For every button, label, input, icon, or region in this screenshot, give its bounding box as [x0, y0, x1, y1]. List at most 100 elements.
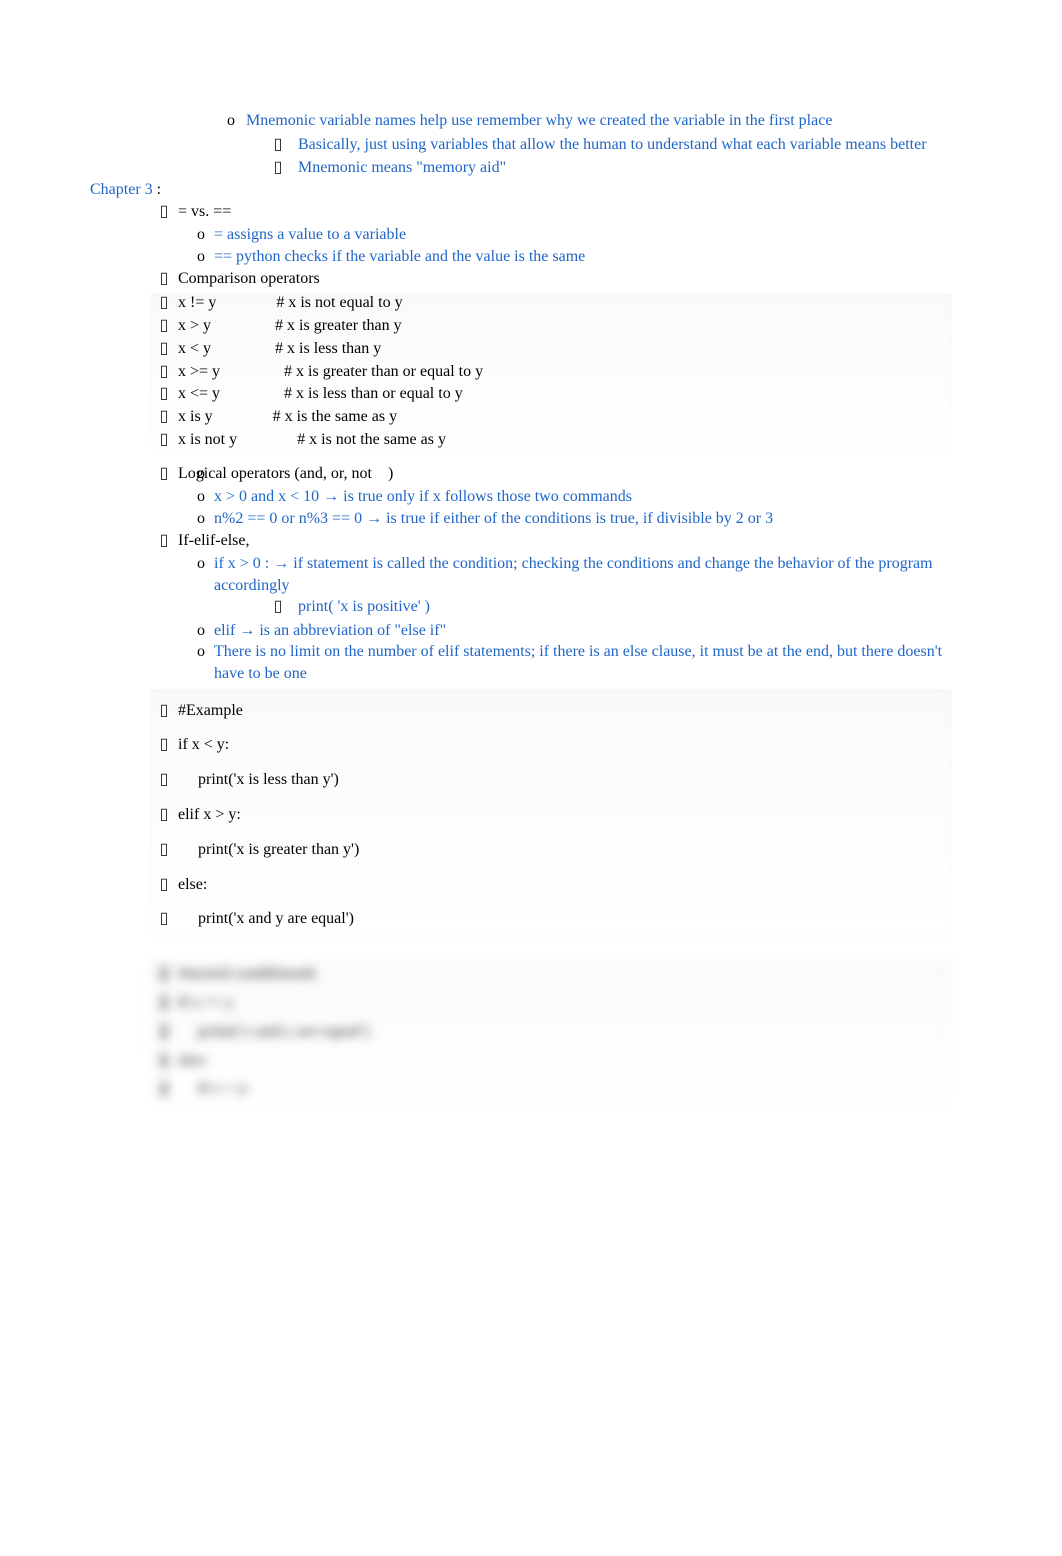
code: if x == y: [178, 994, 234, 1011]
list-item: ▯ Logical operators (and, or, not ): [150, 463, 952, 485]
code: if x < y:: [178, 1080, 250, 1097]
text: if x > 0 : → if statement is called the …: [214, 555, 933, 594]
bullet-icon: ▯: [150, 407, 178, 428]
code-line: ▯x != y # x is not equal to y: [150, 293, 952, 314]
bullet-icon: ▯: [150, 293, 178, 314]
title-pre: Logical operators (and, or, not: [178, 465, 372, 482]
code-line: ▯elif x > y:: [150, 805, 952, 826]
list-item: o == python checks if the variable and t…: [186, 246, 952, 268]
bullet-circle-icon: o: [186, 246, 216, 268]
code: #Example: [178, 702, 243, 719]
code: x < y # x is less than y: [178, 340, 381, 357]
bullet-icon: ▯: [150, 362, 178, 383]
code: else:: [178, 876, 207, 893]
code-line: ▯x <= y # x is less than or equal to y: [150, 384, 952, 405]
code-line: ▯x > y # x is greater than y: [150, 316, 952, 337]
bullet-icon: ▯: [150, 201, 178, 223]
obscured-line: ▯if x == y: [150, 989, 952, 1018]
obscured-preview: ▯#nested conditionals ▯if x == y ▯ print…: [150, 960, 952, 1104]
list-item: o if x > 0 : → if statement is called th…: [186, 553, 952, 596]
colon: :: [153, 181, 161, 198]
text: If-elif-else,: [178, 532, 250, 549]
bullet-icon: ▯: [150, 530, 178, 552]
list-item: o Mnemonic variable names help use remem…: [216, 110, 952, 132]
code: print('x and y are equal'): [178, 910, 354, 927]
text: There is no limit on the number of elif …: [214, 643, 942, 682]
text: elif → is an abbreviation of "else if": [214, 622, 446, 639]
bullet-icon: ▯: [150, 805, 178, 826]
list-item: ▯ print( 'x is positive' ): [258, 596, 952, 618]
page-content: o Mnemonic variable names help use remem…: [0, 0, 1062, 1146]
bullet-icon: ▯: [150, 960, 178, 989]
bullet-icon: ▯: [150, 909, 178, 930]
text: = assigns a value to a variable: [214, 226, 406, 243]
chapter-label: Chapter 3: [90, 181, 153, 198]
list-item: ▯ If-elif-else,: [150, 530, 952, 552]
code: x is not y # x is not the same as y: [178, 431, 446, 448]
code: print('x and y are equal'): [178, 1023, 369, 1040]
code-line: ▯ print('x and y are equal'): [150, 909, 952, 930]
list-item: ▯ Comparison operators: [150, 268, 952, 290]
code-block: ▯x != y # x is not equal to y ▯x > y # x…: [150, 293, 952, 451]
bullet-circle-icon: o: [186, 620, 216, 642]
list-item: ▯ = vs. ==: [150, 201, 952, 223]
code: elif x > y:: [178, 806, 241, 823]
code: print('x is greater than y'): [178, 841, 359, 858]
bullet-icon: ▯: [150, 875, 178, 896]
list-item: o elif → is an abbreviation of "else if": [186, 620, 952, 642]
bullet-circle-icon: o: [186, 486, 216, 508]
text: Mnemonic means "memory aid": [298, 159, 506, 176]
bullet-circle-icon: o: [186, 508, 216, 530]
text: x > 0 and x < 10 → is true only if x fol…: [214, 488, 632, 505]
bullet-icon: ▯: [150, 268, 178, 290]
bullet-icon: ▯: [150, 989, 178, 1018]
code: x is y # x is the same as y: [178, 408, 397, 425]
bullet-icon: ▯: [150, 316, 178, 337]
code-line: ▯if x < y:: [150, 735, 952, 756]
list-item: ▯ Basically, just using variables that a…: [258, 134, 952, 156]
example-block: ▯#Example ▯if x < y: ▯ print('x is less …: [150, 689, 952, 939]
bullet-icon: ▯: [258, 157, 298, 179]
bullet-icon: ▯: [150, 384, 178, 405]
chapter-heading: Chapter 3 :: [90, 181, 952, 199]
obscured-line: ▯else:: [150, 1047, 952, 1076]
code: x != y # x is not equal to y: [178, 294, 403, 311]
bullet-icon: ▯: [150, 1075, 178, 1104]
bullet-icon: ▯: [150, 770, 178, 791]
code-line: ▯x < y # x is less than y: [150, 339, 952, 360]
code: print('x is less than y'): [178, 771, 339, 788]
text: n%2 == 0 or n%3 == 0 → is true if either…: [214, 510, 773, 527]
list-item: o n%2 == 0 or n%3 == 0 → is true if eith…: [186, 508, 952, 530]
code: x >= y # x is greater than or equal to y: [178, 363, 483, 380]
bullet-circle-icon: o: [216, 110, 246, 132]
bullet-icon: ▯: [150, 840, 178, 861]
bullet-icon: ▯: [150, 735, 178, 756]
bullet-circle-icon: o: [186, 641, 216, 663]
bullet-icon: ▯: [150, 463, 178, 485]
code: x > y # x is greater than y: [178, 317, 402, 334]
bullet-icon: ▯: [150, 1018, 178, 1047]
code-line: ▯ print('x is greater than y'): [150, 840, 952, 861]
code: #nested conditionals: [178, 965, 316, 982]
text: Comparison operators: [178, 270, 320, 287]
code: if x < y:: [178, 736, 229, 753]
code: x <= y # x is less than or equal to y: [178, 385, 463, 402]
list-item: o = assigns a value to a variable: [186, 224, 952, 246]
bullet-icon: ▯: [150, 1047, 178, 1076]
code-line: ▯#Example: [150, 701, 952, 722]
code-line: ▯x is not y # x is not the same as y: [150, 430, 952, 451]
bullet-icon: ▯: [150, 339, 178, 360]
list-item: o x > 0 and x < 10 → is true only if x f…: [186, 486, 952, 508]
bullet-icon: ▯: [258, 134, 298, 156]
text: == python checks if the variable and the…: [214, 248, 585, 265]
code: else:: [178, 1052, 208, 1069]
text: Mnemonic variable names help use remembe…: [246, 112, 832, 129]
code-line: ▯x is y # x is the same as y: [150, 407, 952, 428]
text: print( 'x is positive' ): [298, 598, 430, 615]
list-item: ▯ Mnemonic means "memory aid": [258, 157, 952, 179]
obscured-line: ▯ if x < y:: [150, 1075, 952, 1104]
bullet-icon: ▯: [258, 596, 298, 618]
text: Basically, just using variables that all…: [298, 136, 927, 153]
obscured-line: ▯#nested conditionals: [150, 960, 952, 989]
bullet-icon: ▯: [150, 430, 178, 451]
